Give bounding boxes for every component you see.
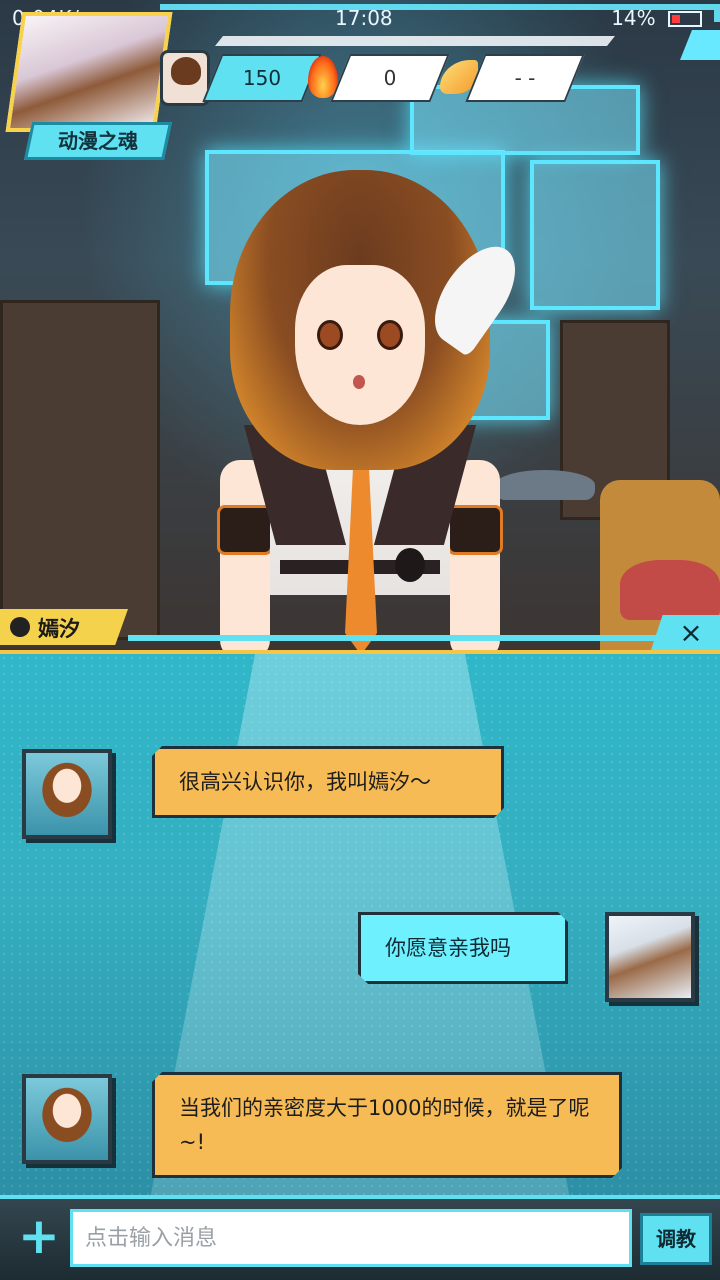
fire-stat: 0	[330, 54, 450, 102]
profile-title: 动漫之魂	[23, 122, 173, 160]
name-divider	[128, 635, 658, 641]
character-eye	[377, 320, 403, 350]
message-bubble: 很高兴认识你，我叫嫣汐～	[152, 746, 504, 818]
character-bow	[395, 548, 425, 582]
arm-band	[447, 505, 503, 555]
character-name: 嫣汐	[38, 617, 80, 641]
arm-band	[217, 505, 273, 555]
wing-stat: - -	[465, 54, 585, 102]
message-bubble: 你愿意亲我吗	[358, 912, 568, 984]
message-input[interactable]	[70, 1209, 632, 1267]
bookshelf	[0, 300, 160, 640]
fire-value: 0	[383, 66, 397, 90]
hologram-screen	[530, 160, 660, 310]
profile-frame	[5, 12, 173, 132]
profile-title-text: 动漫之魂	[58, 129, 138, 153]
teach-button[interactable]: 调教	[640, 1213, 712, 1265]
character-face	[295, 265, 425, 425]
close-button[interactable]: ×	[650, 615, 720, 653]
name-strip: 嫣汐 ×	[0, 605, 720, 653]
character-mouth	[353, 375, 365, 389]
name-tag: 嫣汐	[0, 609, 128, 645]
intimacy-value: 150	[242, 66, 282, 90]
hud-frame-bar	[215, 36, 615, 46]
profile-image	[10, 16, 168, 128]
character-avatar[interactable]	[22, 1074, 112, 1164]
profile-card[interactable]: 动漫之魂	[5, 6, 176, 171]
character-head-icon	[10, 617, 30, 637]
chat-panel[interactable]: 很高兴认识你，我叫嫣汐～ 你愿意亲我吗 当我们的亲密度大于1000的时候，就是了…	[0, 650, 720, 1195]
intimacy-stat: 150	[202, 54, 322, 102]
character-eye	[317, 320, 343, 350]
wing-value: - -	[514, 66, 536, 90]
character-mini-avatar[interactable]	[160, 50, 210, 106]
user-avatar[interactable]	[605, 912, 695, 1002]
character-avatar[interactable]	[22, 749, 112, 839]
hud-frame-line	[160, 4, 720, 22]
message-bubble: 当我们的亲密度大于1000的时候，就是了呢~!	[152, 1072, 622, 1178]
stats-row: 150 0 - -	[160, 50, 720, 106]
add-button[interactable]: +	[12, 1211, 66, 1265]
input-bar: + 调教	[0, 1195, 720, 1280]
